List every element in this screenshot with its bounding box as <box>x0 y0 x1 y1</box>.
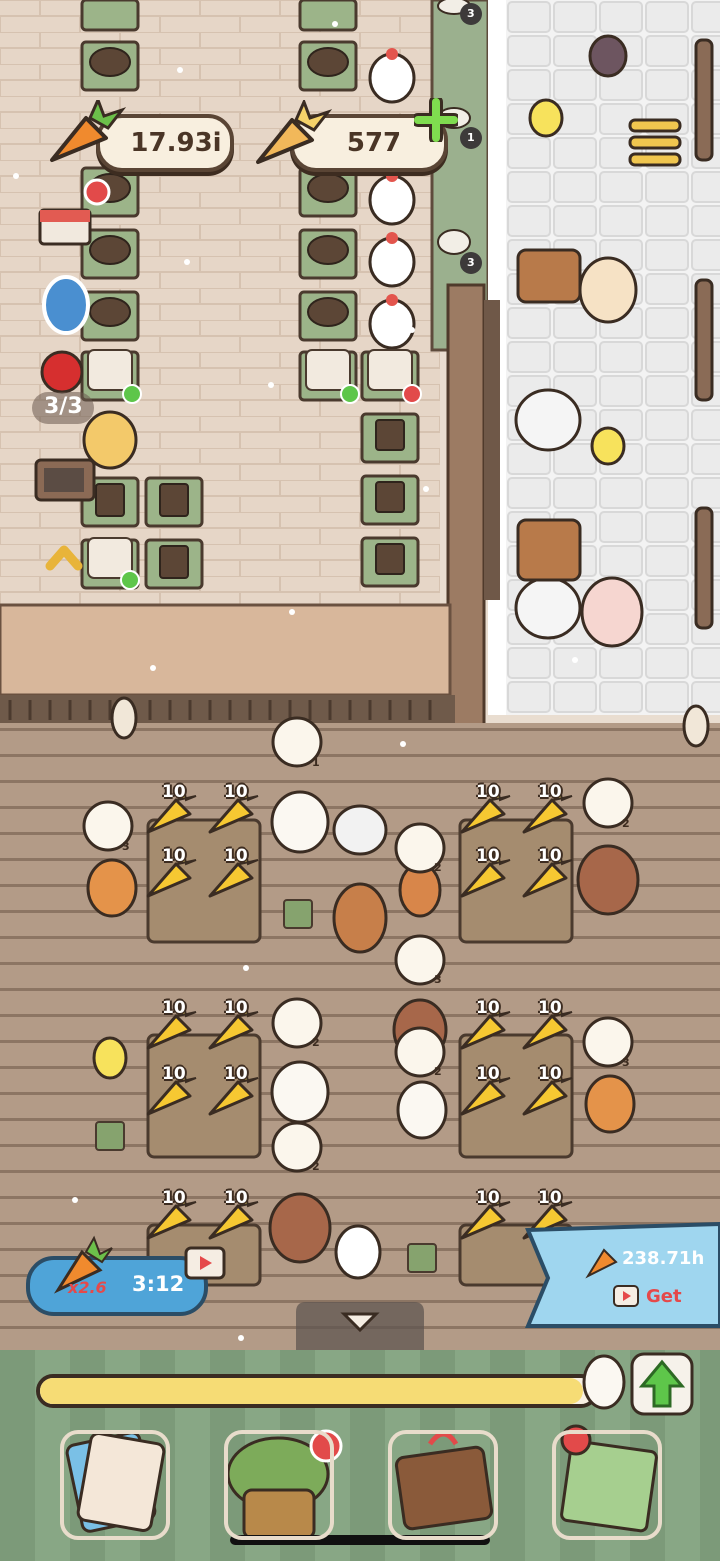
carrot-value-label: 10 <box>224 1064 248 1084</box>
order-count: 2 <box>434 861 442 874</box>
carrot-value-label: 10 <box>162 782 186 802</box>
fence <box>0 695 455 723</box>
nav-map-button[interactable] <box>552 1430 662 1540</box>
game-scene[interactable] <box>0 0 720 1561</box>
plus-icon[interactable] <box>414 98 458 142</box>
carrot-value-label: 10 <box>162 846 186 866</box>
stack-count: 3 <box>467 7 475 20</box>
apple-icon <box>40 350 84 394</box>
nav-recipes-button[interactable] <box>60 1430 170 1540</box>
carrot-value-label: 10 <box>476 1188 500 1208</box>
carrot-value-label: 10 <box>476 846 500 866</box>
golden-carrot-count: 577 <box>346 128 402 158</box>
order-count: 3 <box>122 840 130 853</box>
boost-multiplier: x2.6 <box>68 1278 107 1297</box>
carrot-value-label: 10 <box>538 1188 562 1208</box>
carrot-value-label: 10 <box>224 846 248 866</box>
carrot-icon <box>50 100 126 162</box>
carrot-value-label: 10 <box>538 1064 562 1084</box>
stack-count: 1 <box>467 131 475 144</box>
offer-get-button[interactable]: Get <box>646 1286 682 1307</box>
carrot-value-label: 10 <box>538 846 562 866</box>
offer-banner <box>525 1221 720 1328</box>
order-count: 3 <box>622 1056 630 1069</box>
carrot-value-label: 10 <box>162 1064 186 1084</box>
carrot-value-label: 10 <box>476 998 500 1018</box>
carrot-value-label: 10 <box>224 782 248 802</box>
order-count: 2 <box>622 817 630 830</box>
shop-alert-badge <box>83 178 111 206</box>
offer-amount: 238.71h <box>622 1248 705 1269</box>
order-count: 2 <box>434 1065 442 1078</box>
nav-tree-house-button[interactable] <box>224 1430 334 1540</box>
alert-badge <box>402 384 422 404</box>
carrot-value-label: 10 <box>538 782 562 802</box>
order-count: 2 <box>312 1036 320 1049</box>
nav-gift-button[interactable] <box>388 1430 498 1540</box>
carrot-value-label: 10 <box>476 1064 500 1084</box>
carrot-value-label: 10 <box>224 1188 248 1208</box>
carrot-value-label: 10 <box>162 998 186 1018</box>
divider-wall <box>446 283 486 737</box>
counter-ledge <box>0 603 452 697</box>
order-count: 1 <box>312 756 320 769</box>
carrot-value-label: 10 <box>538 998 562 1018</box>
carrot-value-label: 10 <box>476 782 500 802</box>
bunny-icon <box>582 1354 626 1410</box>
potion-icon <box>42 275 90 335</box>
stack-count: 3 <box>467 256 475 269</box>
hamburger-menu-icon <box>628 118 682 167</box>
golden-carrot-icon <box>256 100 332 164</box>
carrot-value-label: 10 <box>162 1188 186 1208</box>
progress-fill <box>40 1378 583 1404</box>
apple-counter: 3/3 <box>44 394 83 419</box>
order-count: 3 <box>434 973 442 986</box>
carrot-value-label: 10 <box>224 998 248 1018</box>
boost-timer: 3:12 <box>132 1272 185 1296</box>
order-count: 2 <box>312 1160 320 1173</box>
